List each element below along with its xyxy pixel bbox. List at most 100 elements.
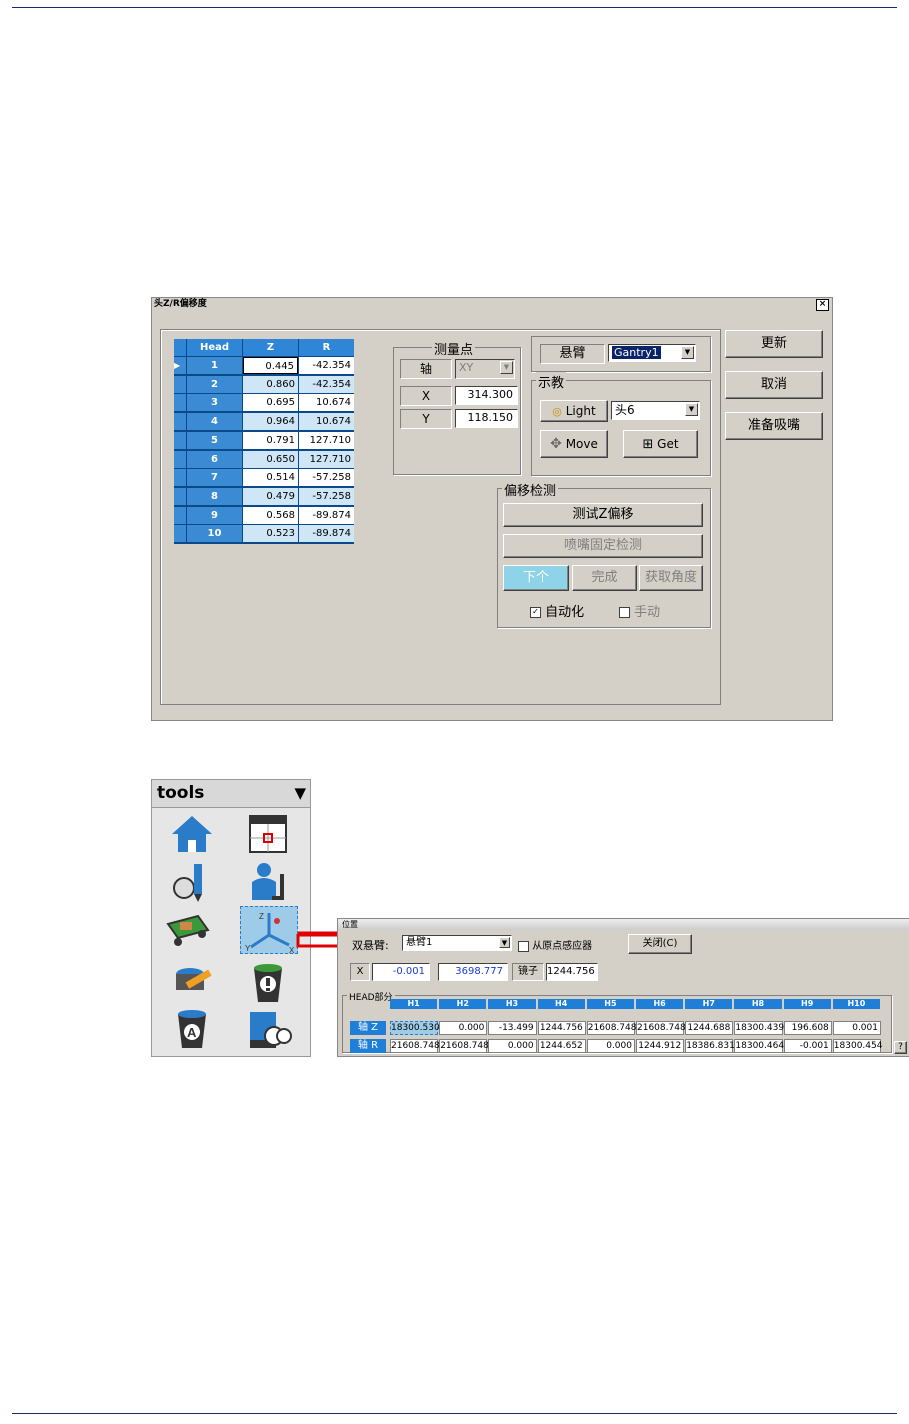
position-window: 位置 双悬臂: 悬臂1 ▼ 从原点感应器 关闭(C) X -0.001 3698…	[337, 918, 909, 1057]
z-cell[interactable]: 0.695	[243, 394, 298, 412]
test-z-offset-button[interactable]: 测试Z偏移	[503, 503, 703, 527]
z-cell[interactable]: 0.479	[243, 487, 298, 505]
warning-bin-icon[interactable]	[244, 960, 292, 1004]
manual-checkbox[interactable]: 手动	[619, 601, 660, 620]
prepare-nozzle-button[interactable]: 准备吸嘴	[725, 412, 823, 440]
chevron-down-icon: ▼	[500, 361, 513, 374]
nozzle-check-button[interactable]: 喷嘴固定检测	[503, 534, 703, 558]
r-cell[interactable]: -57.258	[299, 487, 354, 505]
z-cell[interactable]: 0.568	[243, 506, 298, 524]
axis-r-cell: -0.001	[783, 1039, 832, 1053]
axis-r-cell: 18300.454	[832, 1039, 883, 1053]
column-header-h1: H1	[390, 999, 438, 1009]
move-button[interactable]: ✥ Move	[540, 430, 608, 458]
r-cell[interactable]: 10.674	[299, 394, 354, 412]
nozzle-tool-icon[interactable]	[168, 860, 216, 904]
r-cell[interactable]: -89.874	[299, 525, 354, 543]
z-cell[interactable]: 0.860	[243, 375, 298, 393]
table-row[interactable]: 4 0.964 10.674	[174, 413, 354, 431]
head-select[interactable]: 头6 ▼	[611, 401, 700, 420]
r-cell[interactable]: 127.710	[299, 431, 354, 449]
light-button[interactable]: ◎ Light	[540, 400, 608, 422]
column-header-h7: H7	[685, 999, 733, 1009]
top-rule	[12, 7, 897, 8]
close-button[interactable]: 关闭(C)	[628, 934, 692, 954]
table-row[interactable]: 6 0.650 127.710	[174, 450, 354, 469]
teach-group: 示教	[531, 372, 711, 476]
chevron-down-icon: ▼	[685, 403, 698, 416]
gantry-label: 悬臂	[540, 344, 605, 364]
r-cell[interactable]: 10.674	[299, 413, 354, 431]
nozzle-library-icon[interactable]	[244, 1006, 292, 1050]
r-cell[interactable]: -42.354	[299, 375, 354, 393]
head-cell: 5	[187, 431, 242, 449]
table-row[interactable]: 2 0.860 -42.354	[174, 375, 354, 394]
dialog-title-bar: 头Z/R偏移度 ×	[152, 298, 832, 311]
layout-grid-icon[interactable]	[244, 812, 292, 856]
feeder-tool-icon[interactable]	[168, 960, 216, 1004]
get-angle-button[interactable]: 获取角度	[639, 565, 703, 591]
axis-z-cell: 196.608	[783, 1021, 832, 1035]
y-value: 3698.777	[438, 963, 508, 981]
r-cell[interactable]: -42.354	[299, 357, 354, 374]
help-icon[interactable]: ?	[894, 1041, 907, 1054]
home-sensor-checkbox[interactable]: 从原点感应器	[518, 937, 592, 952]
head-offset-dialog: 头Z/R偏移度 × Head Z R ▶ 1 0.445 -42.354 2 0.860-…	[151, 297, 833, 721]
table-row[interactable]: 7 0.514 -57.258	[174, 469, 354, 487]
gantry-select[interactable]: Gantry1 ▼	[608, 344, 696, 362]
z-cell[interactable]: 0.523	[243, 525, 298, 543]
axis-r-cell: 18386.831	[685, 1039, 735, 1053]
r-cell[interactable]: 127.710	[299, 450, 354, 468]
axis-z-cell: 21608.748	[586, 1021, 637, 1035]
x-field[interactable]: 314.300	[455, 386, 518, 405]
table-row[interactable]: 8 0.479 -57.258	[174, 487, 354, 506]
y-field[interactable]: 118.150	[455, 409, 518, 428]
table-row[interactable]: 10 0.523 -89.874	[174, 525, 354, 543]
table-row[interactable]: 5 0.791 127.710	[174, 431, 354, 450]
table-row[interactable]: 9 0.568 -89.874	[174, 506, 354, 525]
done-button[interactable]: 完成	[572, 565, 637, 591]
measure-point-legend: 测量点	[432, 339, 476, 358]
axis-z-cell: 1244.688	[685, 1021, 734, 1035]
head-cell: 2	[187, 375, 242, 393]
dialog-title: 头Z/R偏移度	[154, 299, 207, 309]
svg-text:Z: Z	[259, 912, 264, 921]
axis-r-cell: 1244.912	[636, 1039, 685, 1053]
axis-r-cell: 0.000	[488, 1039, 537, 1053]
z-cell[interactable]: 0.445	[243, 357, 298, 374]
update-button[interactable]: 更新	[725, 330, 823, 358]
column-header-h5: H5	[586, 999, 634, 1009]
cancel-button[interactable]: 取消	[725, 371, 823, 399]
r-cell[interactable]: -57.258	[299, 469, 354, 487]
next-button[interactable]: 下个	[503, 565, 569, 591]
axis-select[interactable]: XY ▼	[455, 359, 515, 379]
axis-r-label: 轴 R	[350, 1039, 386, 1053]
close-icon[interactable]: ×	[816, 299, 829, 311]
auto-mode-bin-icon[interactable]: A	[168, 1006, 216, 1050]
move-arrows-icon: ✥	[550, 436, 562, 452]
z-cell[interactable]: 0.964	[243, 413, 298, 431]
tools-panel: tools ▼ ZYX A	[151, 779, 311, 1057]
z-cell[interactable]: 0.650	[243, 450, 298, 468]
gantry-select[interactable]: 悬臂1 ▼	[402, 935, 512, 951]
tools-header[interactable]: tools ▼	[152, 780, 310, 808]
r-cell[interactable]: -89.874	[299, 506, 354, 524]
column-header-r: R	[299, 339, 354, 356]
axis-z-label: 轴 Z	[350, 1021, 386, 1035]
operator-icon[interactable]	[244, 860, 292, 904]
board-conveyor-icon[interactable]	[164, 906, 212, 950]
table-row[interactable]: 3 0.695 10.674	[174, 394, 354, 412]
table-row[interactable]: ▶ 1 0.445 -42.354	[174, 357, 354, 375]
svg-text:A: A	[187, 1025, 197, 1040]
z-cell[interactable]: 0.791	[243, 431, 298, 449]
z-cell[interactable]: 0.514	[243, 469, 298, 487]
head-cell: 8	[187, 487, 242, 505]
column-header-h10: H10	[832, 999, 880, 1009]
axis-z-cell: 18300.439	[734, 1021, 785, 1035]
home-icon[interactable]	[168, 812, 216, 856]
auto-checkbox[interactable]: ✓ 自动化	[530, 601, 584, 620]
head-table: Head Z R ▶ 1 0.445 -42.354 2 0.860 -42.354 3 0.6…	[174, 339, 354, 544]
head-cell: 3	[187, 394, 242, 412]
svg-text:Y: Y	[245, 944, 251, 953]
get-button[interactable]: ⊞ Get	[623, 430, 698, 458]
